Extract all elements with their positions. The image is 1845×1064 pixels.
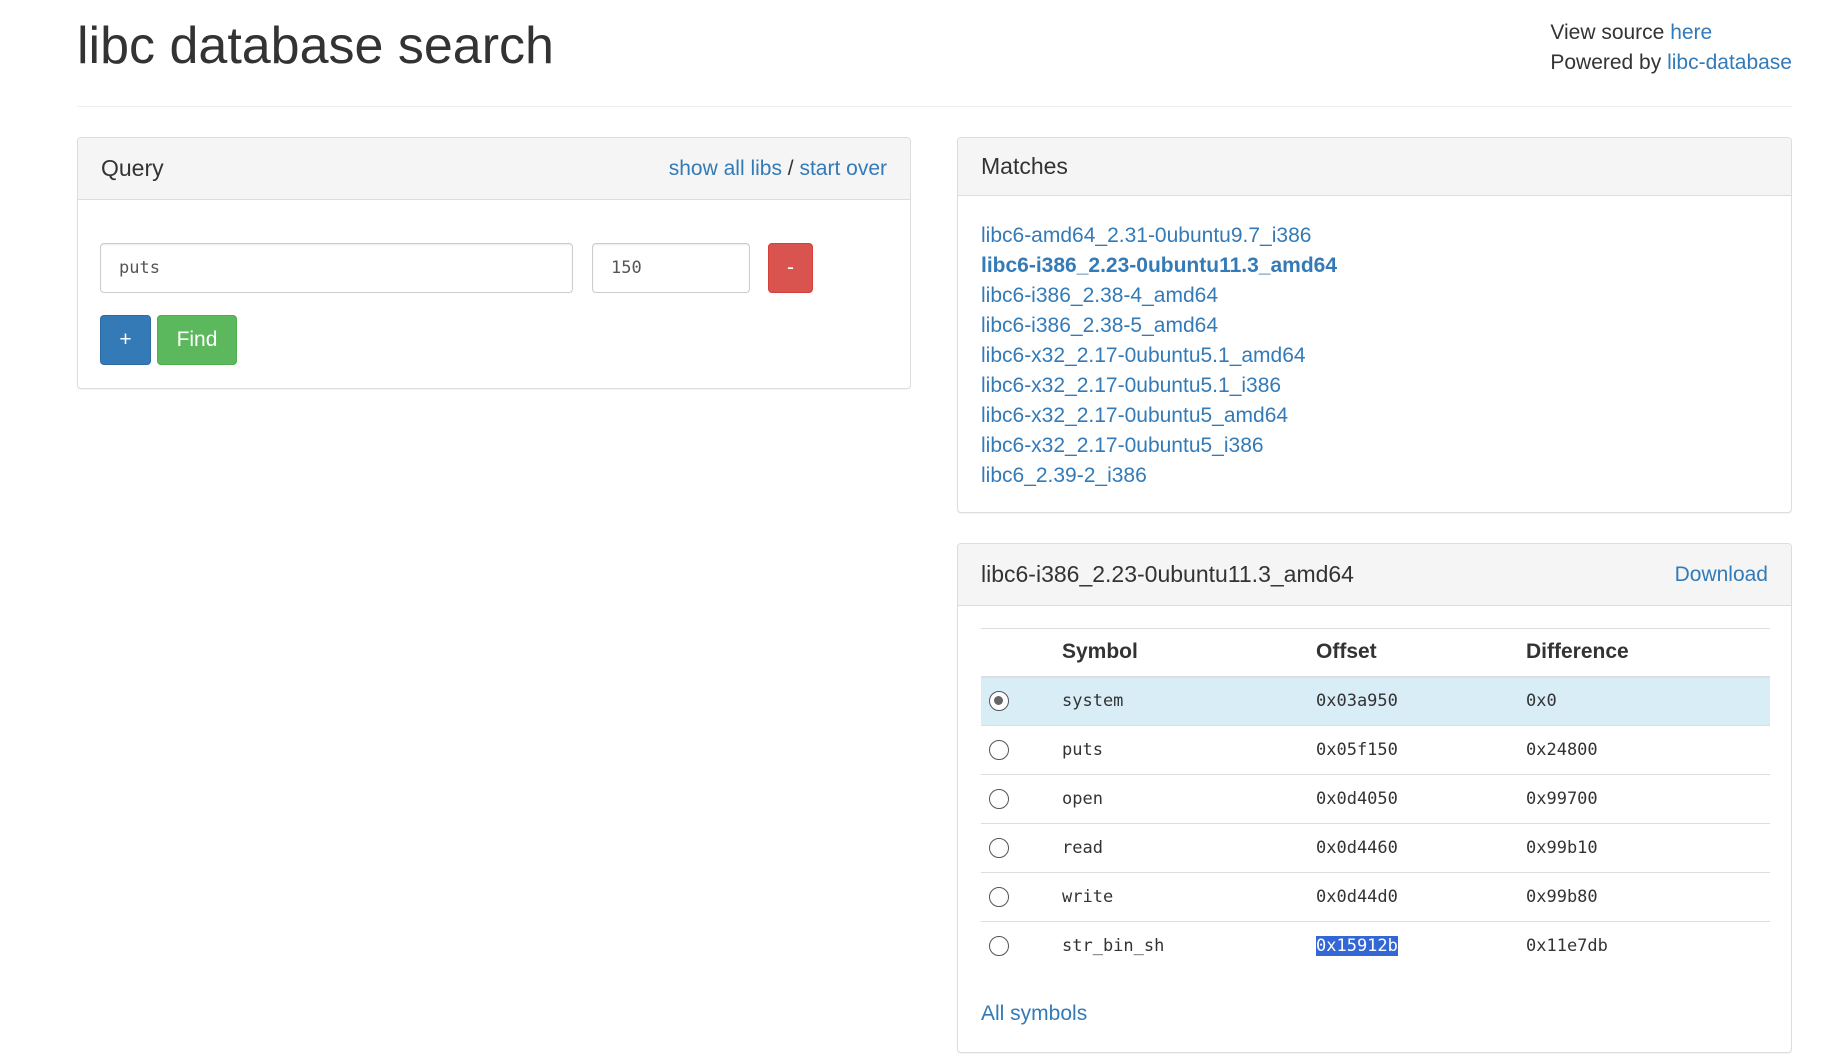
match-link[interactable]: libc6-amd64_2.31-0ubuntu9.7_i386 [981, 224, 1311, 247]
libc-database-link[interactable]: libc-database [1667, 51, 1792, 74]
result-title: libc6-i386_2.23-0ubuntu11.3_amd64 [981, 561, 1354, 587]
match-link[interactable]: libc6-x32_2.17-0ubuntu5.1_i386 [981, 374, 1281, 397]
match-link[interactable]: libc6-x32_2.17-0ubuntu5.1_amd64 [981, 344, 1306, 367]
offset-cell: 0x0d4050 [1316, 774, 1526, 824]
all-symbols-link[interactable]: All symbols [981, 1002, 1087, 1026]
link-separator: / [781, 157, 800, 180]
powered-by-line: Powered by libc-database [1550, 48, 1792, 78]
match-item: libc6-amd64_2.31-0ubuntu9.7_i386 [981, 221, 1791, 251]
offset-cell: 0x0d4460 [1316, 823, 1526, 873]
matches-panel-heading: Matches [958, 138, 1791, 196]
header-links: View source here Powered by libc-databas… [1550, 18, 1792, 78]
match-link[interactable]: libc6_2.39-2_i386 [981, 464, 1147, 487]
difference-cell: 0x99b10 [1526, 823, 1770, 873]
symbol-cell: open [1062, 774, 1316, 824]
radio-cell [981, 872, 1062, 922]
offset-cell: 0x15912b [1316, 922, 1526, 971]
symbol-table: Symbol Offset Difference system 0x03a950 0… [981, 628, 1770, 971]
view-source-text: View source [1550, 21, 1671, 44]
symbol-cell: str_bin_sh [1062, 936, 1165, 957]
match-item: libc6-x32_2.17-0ubuntu5_i386 [981, 431, 1791, 461]
row-radio[interactable] [989, 740, 1009, 760]
match-item: libc6-x32_2.17-0ubuntu5_amd64 [981, 401, 1791, 431]
table-row[interactable]: puts 0x05f150 0x24800 [981, 725, 1770, 775]
table-header-row: Symbol Offset Difference [981, 628, 1770, 678]
match-item: libc6-i386_2.38-4_amd64 [981, 281, 1791, 311]
show-all-libs-link[interactable]: show all libs [669, 157, 782, 180]
match-link[interactable]: libc6-x32_2.17-0ubuntu5_amd64 [981, 404, 1288, 427]
match-item: libc6-i386_2.23-0ubuntu11.3_amd64 [981, 251, 1791, 281]
offset-column-header: Offset [1316, 628, 1526, 678]
table-row[interactable]: system 0x03a950 0x0 [981, 676, 1770, 726]
table-row[interactable]: str_bin_sh 0x15912b 0x11e7db [981, 922, 1770, 971]
radio-cell [981, 725, 1062, 775]
offset-cell: 0x05f150 [1316, 725, 1526, 775]
matches-title: Matches [981, 153, 1068, 179]
view-source-line: View source here [1550, 18, 1792, 48]
header-divider [77, 106, 1792, 107]
find-button[interactable]: Find [157, 315, 237, 365]
query-heading-links: show all libs / start over [669, 138, 887, 200]
symbol-cell: system [1062, 676, 1316, 726]
difference-cell: 0x11e7db [1526, 936, 1608, 957]
symbol-input[interactable] [100, 243, 573, 293]
match-link[interactable]: libc6-x32_2.17-0ubuntu5_i386 [981, 434, 1264, 457]
radio-cell [981, 922, 1062, 971]
page-title: libc database search [77, 17, 554, 75]
table-row[interactable]: read 0x0d4460 0x99b10 [981, 823, 1770, 873]
selected-offset-text: 0x15912b [1316, 936, 1398, 957]
row-radio[interactable] [989, 789, 1009, 809]
match-item: libc6_2.39-2_i386 [981, 461, 1791, 491]
radio-cell [981, 774, 1062, 824]
offset-cell: 0x0d44d0 [1316, 872, 1526, 922]
remove-row-button[interactable]: - [768, 243, 813, 293]
match-item: libc6-i386_2.38-5_amd64 [981, 311, 1791, 341]
match-link[interactable]: libc6-i386_2.38-4_amd64 [981, 284, 1218, 307]
radio-column-header [981, 628, 1062, 678]
offset-cell: 0x03a950 [1316, 676, 1526, 726]
view-source-link[interactable]: here [1670, 21, 1712, 44]
download-link[interactable]: Download [1675, 544, 1768, 606]
row-radio[interactable] [989, 838, 1009, 858]
difference-cell: 0x99700 [1526, 774, 1770, 824]
page: libc database search View source here Po… [0, 0, 1845, 1064]
symbol-cell: puts [1062, 725, 1316, 775]
add-row-button[interactable]: + [100, 315, 151, 365]
match-link[interactable]: libc6-i386_2.23-0ubuntu11.3_amd64 [981, 254, 1337, 277]
query-panel: Query show all libs / start over - + Fin… [77, 137, 911, 389]
query-title: Query [101, 155, 164, 181]
difference-cell: 0x0 [1526, 676, 1770, 726]
radio-cell [981, 823, 1062, 873]
query-panel-heading: Query show all libs / start over [78, 138, 910, 200]
result-panel: libc6-i386_2.23-0ubuntu11.3_amd64 Downlo… [957, 543, 1792, 1053]
difference-cell: 0x24800 [1526, 725, 1770, 775]
match-item: libc6-x32_2.17-0ubuntu5.1_amd64 [981, 341, 1791, 371]
start-over-link[interactable]: start over [799, 157, 887, 180]
powered-by-text: Powered by [1550, 51, 1668, 74]
offset-input[interactable] [592, 243, 750, 293]
symbol-cell: write [1062, 872, 1316, 922]
symbol-table-body: system 0x03a950 0x0 puts 0x05f150 0x24800 open… [981, 676, 1770, 971]
matches-panel: Matches libc6-amd64_2.31-0ubuntu9.7_i386… [957, 137, 1792, 513]
match-link[interactable]: libc6-i386_2.38-5_amd64 [981, 314, 1218, 337]
difference-cell: 0x99b80 [1526, 872, 1770, 922]
table-row[interactable]: write 0x0d44d0 0x99b80 [981, 872, 1770, 922]
row-radio[interactable] [989, 691, 1009, 712]
symbol-column-header: Symbol [1062, 628, 1316, 678]
row-radio[interactable] [989, 887, 1009, 907]
symbol-cell: read [1062, 823, 1316, 873]
match-list: libc6-amd64_2.31-0ubuntu9.7_i386 libc6-i3… [958, 196, 1791, 491]
match-item: libc6-x32_2.17-0ubuntu5.1_i386 [981, 371, 1791, 401]
table-row[interactable]: open 0x0d4050 0x99700 [981, 774, 1770, 824]
row-radio[interactable] [989, 936, 1009, 957]
difference-column-header: Difference [1526, 628, 1770, 678]
radio-cell [981, 676, 1062, 726]
result-panel-heading: libc6-i386_2.23-0ubuntu11.3_amd64 Downlo… [958, 544, 1791, 606]
